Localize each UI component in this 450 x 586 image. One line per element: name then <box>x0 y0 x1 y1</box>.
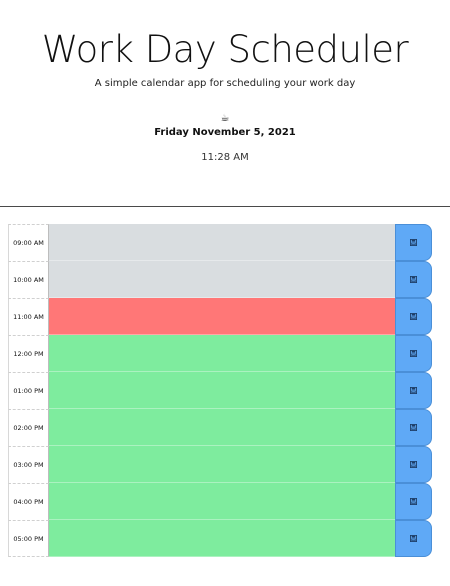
save-button[interactable] <box>395 298 432 335</box>
time-block-row: 02:00 PM <box>8 409 432 446</box>
hour-label: 03:00 PM <box>8 446 49 483</box>
save-button[interactable] <box>395 409 432 446</box>
hour-label: 05:00 PM <box>8 520 49 557</box>
page: Work Day Scheduler A simple calendar app… <box>0 0 450 586</box>
save-icon <box>410 535 417 542</box>
hour-label: 12:00 PM <box>8 335 49 372</box>
hour-label: 02:00 PM <box>8 409 49 446</box>
time-block-row: 09:00 AM <box>8 224 432 261</box>
save-icon <box>410 461 417 468</box>
save-icon <box>410 424 417 431</box>
save-icon <box>410 276 417 283</box>
time-block-row: 10:00 AM <box>8 261 432 298</box>
save-button[interactable] <box>395 520 432 557</box>
save-icon <box>410 350 417 357</box>
coffee-icon: ☕ <box>220 113 230 124</box>
hour-label: 11:00 AM <box>8 298 49 335</box>
save-icon <box>410 498 417 505</box>
save-button[interactable] <box>395 372 432 409</box>
time-block-row: 04:00 PM <box>8 483 432 520</box>
event-description-input[interactable] <box>49 483 395 520</box>
event-description-input[interactable] <box>49 409 395 446</box>
save-icon <box>410 387 417 394</box>
save-button[interactable] <box>395 224 432 261</box>
time-block-row: 01:00 PM <box>8 372 432 409</box>
save-button[interactable] <box>395 446 432 483</box>
event-description-input[interactable] <box>49 298 395 335</box>
scheduler: 09:00 AM 10:00 AM 11:00 AM 12:00 PM 01:0… <box>8 224 432 557</box>
time-block-row: 05:00 PM <box>8 520 432 557</box>
hour-label: 09:00 AM <box>8 224 49 261</box>
event-description-input[interactable] <box>49 224 395 261</box>
save-icon <box>410 313 417 320</box>
header: Work Day Scheduler A simple calendar app… <box>0 0 450 207</box>
hour-label: 10:00 AM <box>8 261 49 298</box>
hour-label: 04:00 PM <box>8 483 49 520</box>
event-description-input[interactable] <box>49 335 395 372</box>
event-description-input[interactable] <box>49 446 395 483</box>
time-block-row: 11:00 AM <box>8 298 432 335</box>
page-subtitle: A simple calendar app for scheduling you… <box>94 78 356 89</box>
event-description-input[interactable] <box>49 261 395 298</box>
hour-label: 01:00 PM <box>8 372 49 409</box>
time-block-row: 12:00 PM <box>8 335 432 372</box>
save-icon <box>410 239 417 246</box>
event-description-input[interactable] <box>49 520 395 557</box>
time-block-row: 03:00 PM <box>8 446 432 483</box>
event-description-input[interactable] <box>49 372 395 409</box>
current-time: 11:28 AM <box>201 152 249 163</box>
save-button[interactable] <box>395 335 432 372</box>
save-button[interactable] <box>395 483 432 520</box>
current-date: Friday November 5, 2021 <box>154 127 296 138</box>
save-button[interactable] <box>395 261 432 298</box>
page-title: Work Day Scheduler <box>41 28 409 71</box>
